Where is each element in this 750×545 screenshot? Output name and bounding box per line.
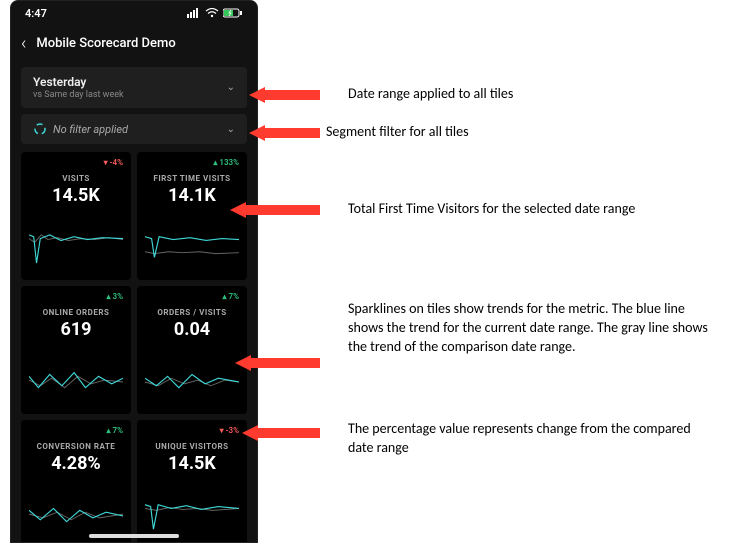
home-indicator — [89, 534, 179, 538]
annotation-arrow — [230, 202, 320, 218]
annotation-text: Segment filter for all tiles — [326, 123, 469, 142]
status-icons — [187, 8, 243, 18]
segment-filter-text: No filter applied — [53, 123, 128, 136]
tile-delta: ▴ 7% — [107, 426, 124, 435]
tile-label: VISITS — [29, 174, 123, 183]
phone-frame: 4:47 ‹ Mobile Scorecard Demo Yesterday v… — [10, 0, 258, 543]
date-range-compare: vs Same day last week — [33, 90, 124, 100]
annotation-text: The percentage value represents change f… — [348, 420, 698, 458]
segment-filter-selector[interactable]: No filter applied ⌄ — [21, 114, 247, 144]
back-button[interactable]: ‹ — [21, 33, 26, 54]
tile-delta: ▾ -3% — [220, 426, 239, 435]
segment-icon — [33, 122, 47, 136]
status-bar: 4:47 — [11, 1, 257, 25]
status-time: 4:47 — [25, 7, 47, 20]
sparkline — [145, 340, 239, 406]
tile-conversion-rate[interactable]: ▴ 7% CONVERSION RATE 4.28% — [21, 420, 131, 543]
tile-delta: ▴ 7% — [223, 292, 240, 301]
tile-label: ORDERS / VISITS — [145, 308, 239, 317]
tile-value: 619 — [29, 319, 123, 340]
sparkline — [29, 474, 123, 540]
tile-label: UNIQUE VISITORS — [145, 442, 239, 451]
tile-value: 14.1K — [145, 185, 239, 206]
tile-value: 14.5K — [145, 453, 239, 474]
wifi-icon — [205, 8, 219, 18]
tile-orders-visits[interactable]: ▴ 7% ORDERS / VISITS 0.04 — [137, 286, 247, 414]
chevron-down-icon: ⌄ — [227, 124, 235, 135]
tile-label: FIRST TIME VISITS — [145, 174, 239, 183]
annotation-arrow — [235, 355, 320, 371]
battery-icon — [223, 8, 243, 18]
annotation-arrow — [249, 87, 320, 103]
tile-online-orders[interactable]: ▴ 3% ONLINE ORDERS 619 — [21, 286, 131, 414]
sparkline — [29, 340, 123, 406]
sparkline — [145, 206, 239, 272]
annotation-text: Total First Time Visitors for the select… — [348, 200, 635, 219]
annotation-text: Sparklines on tiles show trends for the … — [348, 300, 718, 357]
tile-delta: ▴ 133% — [213, 158, 239, 167]
annotation-arrow — [242, 425, 320, 441]
signal-icon — [187, 8, 201, 18]
tile-grid: ▾ -4% VISITS 14.5K ▴ 133% FIRST TIME VIS… — [11, 150, 257, 543]
tile-value: 4.28% — [29, 453, 123, 474]
annotation-text: Date range applied to all tiles — [348, 85, 513, 104]
tile-label: CONVERSION RATE — [29, 442, 123, 451]
sparkline — [145, 474, 239, 540]
tile-value: 0.04 — [145, 319, 239, 340]
nav-bar: ‹ Mobile Scorecard Demo — [11, 25, 257, 61]
tile-delta: ▾ -4% — [104, 158, 123, 167]
sparkline — [29, 206, 123, 272]
tile-unique-visitors[interactable]: ▾ -3% UNIQUE VISITORS 14.5K — [137, 420, 247, 543]
page-title: Mobile Scorecard Demo — [36, 36, 175, 51]
tile-value: 14.5K — [29, 185, 123, 206]
tile-visits[interactable]: ▾ -4% VISITS 14.5K — [21, 152, 131, 280]
date-range-primary: Yesterday — [33, 75, 124, 89]
chevron-down-icon: ⌄ — [227, 82, 235, 93]
date-range-selector[interactable]: Yesterday vs Same day last week ⌄ — [21, 67, 247, 108]
annotation-arrow — [249, 125, 320, 141]
tile-label: ONLINE ORDERS — [29, 308, 123, 317]
tile-delta: ▴ 3% — [107, 292, 124, 301]
